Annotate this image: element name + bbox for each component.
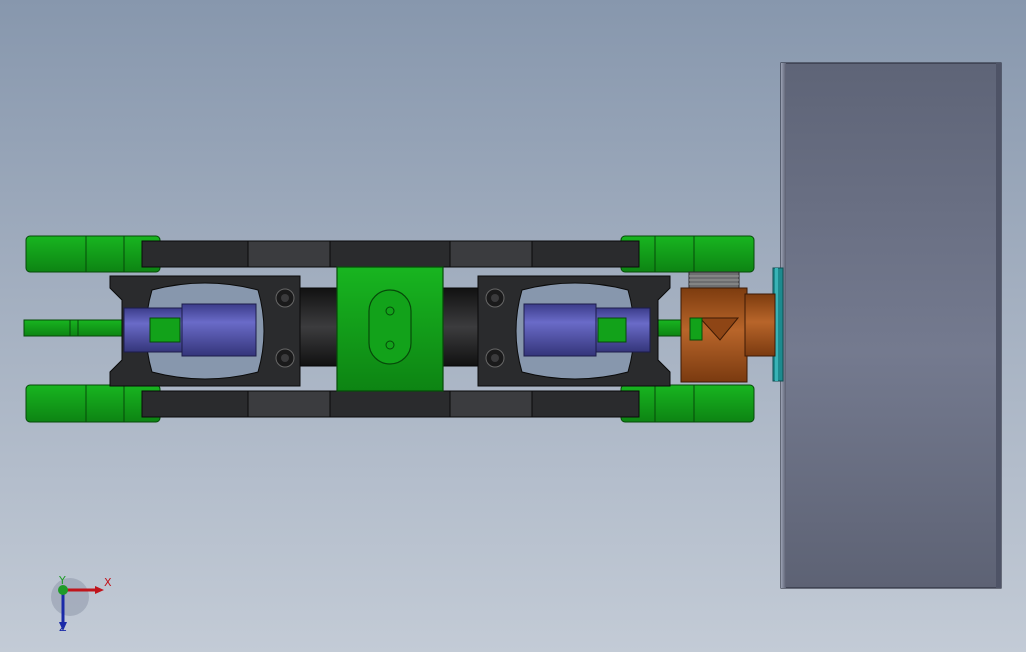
brass-tee-fitting[interactable] — [680, 271, 776, 383]
center-green-block[interactable] — [336, 266, 444, 392]
wheel-disc[interactable] — [780, 62, 1002, 589]
view-triad: X Y Z — [51, 574, 112, 634]
graphics-viewport[interactable]: X Y Z — [0, 0, 1026, 652]
y-axis-label: Y — [58, 574, 66, 587]
x-axis-label: X — [104, 576, 112, 589]
left-cylinder[interactable] — [123, 303, 257, 357]
3d-model-view[interactable]: X Y Z — [0, 0, 1026, 652]
z-axis-label: Z — [59, 621, 67, 634]
right-cylinder[interactable] — [523, 303, 651, 357]
